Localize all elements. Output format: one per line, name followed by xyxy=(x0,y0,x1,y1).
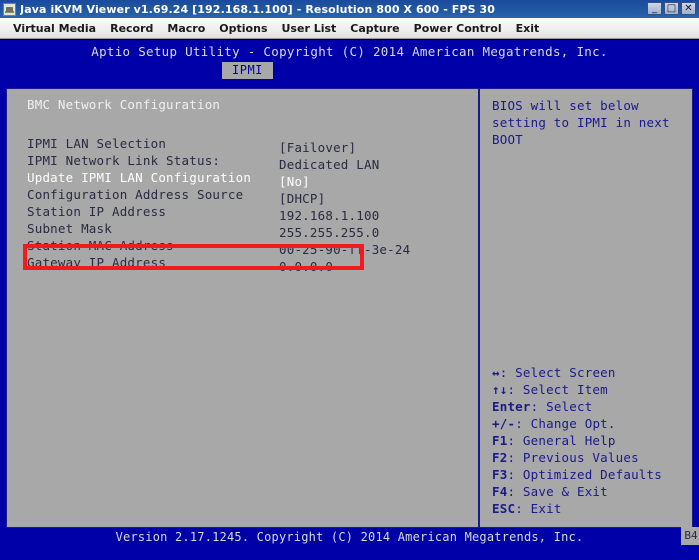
key-label: F1 xyxy=(492,433,508,448)
setting-row-station-mac-address: Station MAC Address 00-25-90-ff-3e-24 xyxy=(27,237,472,257)
setting-row-update-ipmi-lan-configuration[interactable]: Update IPMI LAN Configuration [No] xyxy=(27,169,472,189)
key-legend-change-opt: +/-: Change Opt. xyxy=(492,415,686,432)
key-legend-f3: F3: Optimized Defaults xyxy=(492,466,686,483)
key-legend-desc: : Select Item xyxy=(507,382,608,397)
key-legend-esc: ESC: Exit xyxy=(492,500,686,517)
ikvm-viewer-window: Java iKVM Viewer v1.69.24 [192.168.1.100… xyxy=(0,0,699,560)
minimize-button[interactable]: _ xyxy=(647,2,662,15)
key-legend-f2: F2: Previous Values xyxy=(492,449,686,466)
setting-row-station-ip-address[interactable]: Station IP Address 192.168.1.100 xyxy=(27,203,472,223)
key-legend-select-screen: ↔: Select Screen xyxy=(492,364,686,381)
menubar: Virtual Media Record Macro Options User … xyxy=(0,18,699,39)
setting-row-gateway-ip-address[interactable]: Gateway IP Address 0.0.0.0 xyxy=(27,254,472,274)
setting-row-subnet-mask[interactable]: Subnet Mask 255.255.255.0 xyxy=(27,220,472,240)
key-label: F4 xyxy=(492,484,508,499)
arrows-vertical-icon: ↑↓ xyxy=(492,382,508,397)
setting-label: Gateway IP Address xyxy=(27,255,167,270)
footer-status-badge: B4 xyxy=(681,527,699,545)
key-label: Enter xyxy=(492,399,531,414)
menu-item-power-control[interactable]: Power Control xyxy=(407,20,509,37)
key-legend-desc: : Save & Exit xyxy=(507,484,608,499)
settings-pane: BMC Network Configuration IPMI LAN Selec… xyxy=(7,89,478,527)
window-controls: _ □ ✕ xyxy=(647,2,696,15)
key-label: F2 xyxy=(492,450,508,465)
key-legend-desc: : Select xyxy=(530,399,593,414)
bios-body: BMC Network Configuration IPMI LAN Selec… xyxy=(6,88,693,528)
bios-footer-text: Version 2.17.1245. Copyright (C) 2014 Am… xyxy=(115,530,584,544)
setting-row-ipmi-network-link-status: IPMI Network Link Status: Dedicated LAN xyxy=(27,152,472,172)
key-label: +/- xyxy=(492,416,516,431)
maximize-button[interactable]: □ xyxy=(664,2,679,15)
minimize-icon: _ xyxy=(652,3,657,14)
kvm-app-icon xyxy=(3,2,16,16)
setting-label: IPMI Network Link Status: xyxy=(27,153,221,168)
menu-item-record[interactable]: Record xyxy=(103,20,160,37)
key-legend-desc: : Optimized Defaults xyxy=(507,467,662,482)
help-text: BIOS will set below setting to IPMI in n… xyxy=(492,98,670,147)
menu-item-exit[interactable]: Exit xyxy=(509,20,547,37)
bios-header-title: Aptio Setup Utility - Copyright (C) 2014… xyxy=(91,44,608,59)
key-legend-desc: : Select Screen xyxy=(499,365,616,380)
menu-item-macro[interactable]: Macro xyxy=(160,20,212,37)
key-legend-f4: F4: Save & Exit xyxy=(492,483,686,500)
setting-row-ipmi-lan-selection[interactable]: IPMI LAN Selection [Failover] xyxy=(27,135,472,155)
setting-label: Update IPMI LAN Configuration xyxy=(27,170,252,185)
setting-label: Station MAC Address xyxy=(27,238,174,253)
key-legend-f1: F1: General Help xyxy=(492,432,686,449)
key-label: ESC xyxy=(492,501,516,516)
key-legend-desc: : Previous Values xyxy=(507,450,639,465)
key-label: F3 xyxy=(492,467,508,482)
key-legend: ↔: Select Screen ↑↓: Select Item Enter: … xyxy=(492,364,686,517)
section-title: BMC Network Configuration xyxy=(27,97,221,112)
close-icon: ✕ xyxy=(684,3,693,14)
key-legend-desc: : Change Opt. xyxy=(515,416,616,431)
help-pane: BIOS will set below setting to IPMI in n… xyxy=(480,89,692,527)
setting-row-configuration-address-source[interactable]: Configuration Address Source [DHCP] xyxy=(27,186,472,206)
key-legend-select-item: ↑↓: Select Item xyxy=(492,381,686,398)
bios-footer: Version 2.17.1245. Copyright (C) 2014 Am… xyxy=(6,527,699,546)
setting-value: 0.0.0.0 xyxy=(279,259,334,274)
key-legend-desc: : Exit xyxy=(515,501,562,516)
bios-console-view: Aptio Setup Utility - Copyright (C) 2014… xyxy=(0,40,699,560)
setting-label: Subnet Mask xyxy=(27,221,112,236)
window-title: Java iKVM Viewer v1.69.24 [192.168.1.100… xyxy=(20,2,496,16)
settings-list: IPMI LAN Selection [Failover] IPMI Networ… xyxy=(27,135,472,274)
setting-label: Configuration Address Source xyxy=(27,187,244,202)
key-legend-enter: Enter: Select xyxy=(492,398,686,415)
tab-ipmi[interactable]: IPMI xyxy=(222,62,273,79)
key-legend-desc: : General Help xyxy=(507,433,616,448)
close-button[interactable]: ✕ xyxy=(681,2,696,15)
menu-item-capture[interactable]: Capture xyxy=(343,20,406,37)
menu-item-user-list[interactable]: User List xyxy=(275,20,344,37)
setting-label: IPMI LAN Selection xyxy=(27,136,167,151)
bios-header: Aptio Setup Utility - Copyright (C) 2014… xyxy=(0,40,699,82)
window-titlebar[interactable]: Java iKVM Viewer v1.69.24 [192.168.1.100… xyxy=(0,0,699,18)
maximize-icon: □ xyxy=(666,3,677,14)
arrows-horizontal-icon: ↔ xyxy=(492,365,500,380)
menu-item-virtual-media[interactable]: Virtual Media xyxy=(6,20,103,37)
setting-label: Station IP Address xyxy=(27,204,167,219)
menu-item-options[interactable]: Options xyxy=(212,20,274,37)
